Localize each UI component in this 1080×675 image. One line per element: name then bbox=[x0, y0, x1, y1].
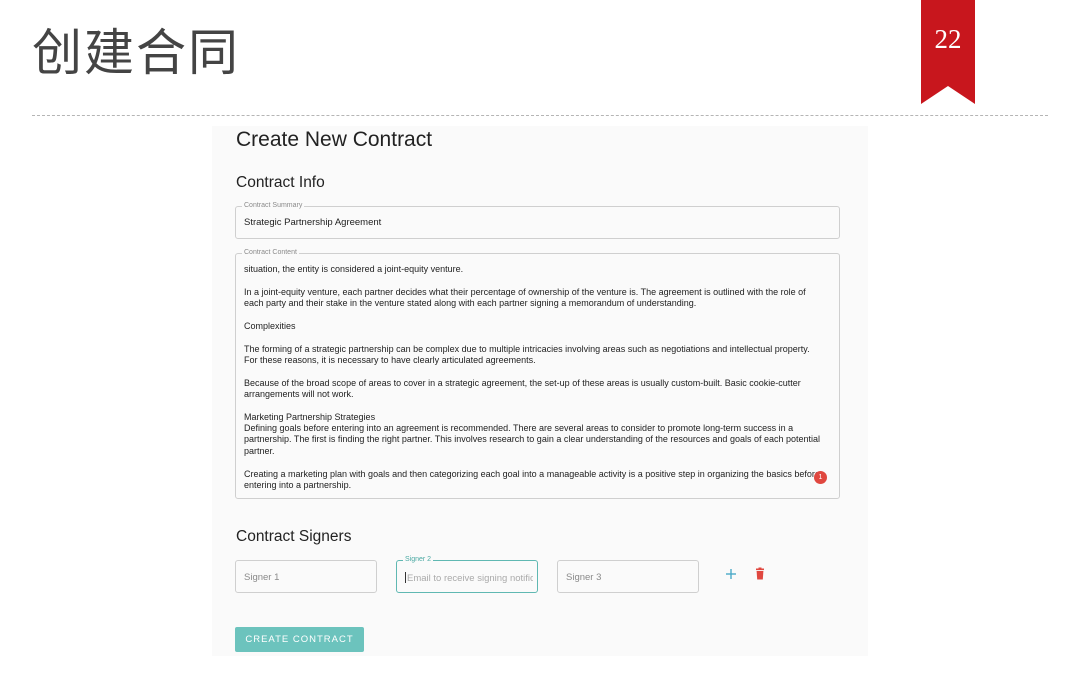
create-contract-button[interactable]: CREATE CONTRACT bbox=[235, 627, 364, 652]
contract-signers-heading: Contract Signers bbox=[236, 528, 352, 545]
content-paragraph: situation, the entity is considered a jo… bbox=[244, 264, 464, 274]
dashed-divider bbox=[32, 115, 1048, 116]
signer-1-input[interactable]: Signer 1 bbox=[235, 560, 377, 593]
text-caret bbox=[405, 572, 406, 583]
content-paragraph: Complexities bbox=[244, 320, 296, 331]
contract-content-label: Contract Content bbox=[242, 248, 299, 258]
page-number: 22 bbox=[934, 24, 962, 54]
contract-summary-field[interactable]: Contract Summary Strategic Partnership A… bbox=[235, 201, 840, 239]
content-paragraph: Because of the broad scope of areas to c… bbox=[244, 377, 801, 400]
contract-info-heading: Contract Info bbox=[236, 174, 325, 191]
contract-content-text: situation, the entity is considered a jo… bbox=[244, 264, 824, 503]
notification-badge[interactable]: 1 bbox=[814, 471, 827, 484]
contract-summary-label: Contract Summary bbox=[242, 201, 305, 211]
content-paragraph: The forming of a strategic partnership c… bbox=[244, 343, 810, 365]
signer-1-placeholder: Signer 1 bbox=[244, 572, 280, 583]
signer-3-input[interactable]: Signer 3 bbox=[557, 560, 699, 593]
signer-2-placeholder-wrap: Email to receive signing notification bbox=[405, 572, 533, 584]
form-title: Create New Contract bbox=[236, 128, 433, 151]
signer-2-label: Signer 2 bbox=[403, 555, 434, 565]
plus-icon[interactable] bbox=[723, 566, 739, 582]
trash-icon[interactable] bbox=[752, 566, 768, 582]
slide-title: 创建合同 bbox=[32, 24, 240, 82]
contract-content-textarea[interactable]: Contract Content situation, the entity i… bbox=[235, 248, 840, 499]
content-paragraph: Creating a marketing plan with goals and… bbox=[244, 468, 820, 490]
content-paragraph: In a joint-equity venture, each partner … bbox=[244, 286, 806, 309]
contract-summary-value: Strategic Partnership Agreement bbox=[244, 217, 382, 228]
signer-3-placeholder: Signer 3 bbox=[566, 572, 602, 583]
signer-2-placeholder: Email to receive signing notification bbox=[407, 573, 533, 584]
create-contract-screen: Create New Contract Contract Info Contra… bbox=[212, 126, 868, 656]
signer-2-input[interactable]: Signer 2 Email to receive signing notifi… bbox=[396, 555, 538, 593]
content-paragraph: Marketing Partnership Strategies Definin… bbox=[244, 411, 821, 456]
